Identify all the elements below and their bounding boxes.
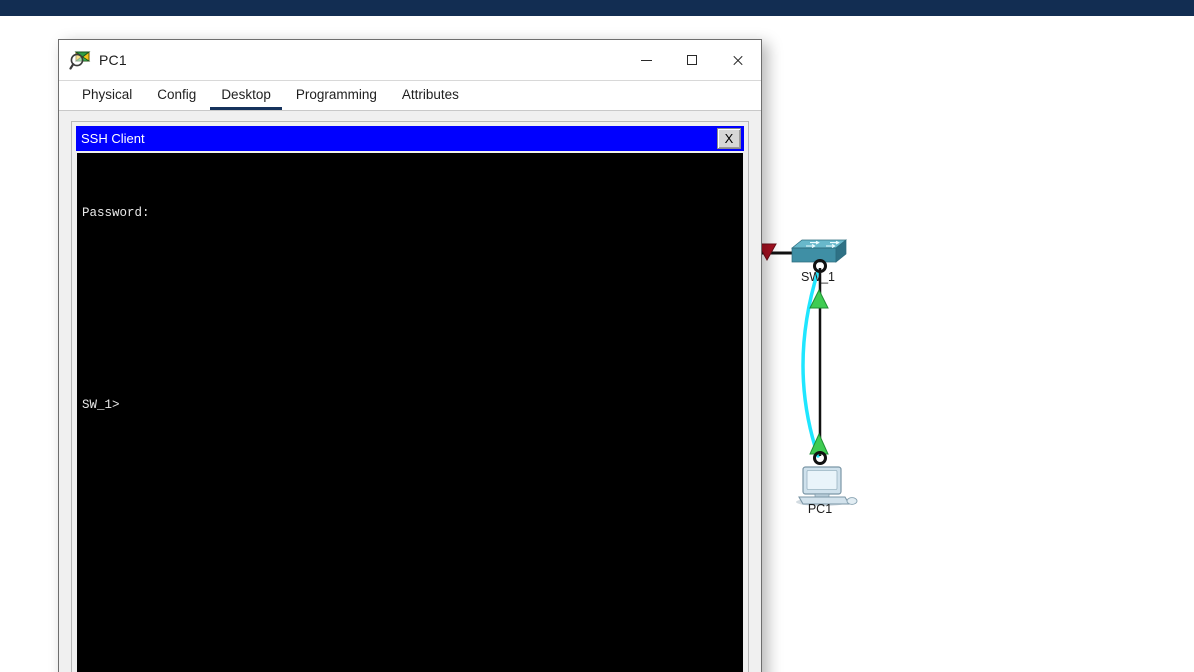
screen-root: SW_1 PC1 PC1 Physical Config Desktop Pro… [0, 0, 1194, 672]
desktop-panel: SSH Client X Password: SW_1> [59, 111, 761, 672]
tab-physical[interactable]: Physical [71, 85, 143, 110]
network-topology-workspace[interactable]: SW_1 PC1 PC1 Physical Config Desktop Pro… [0, 16, 1194, 672]
device-window[interactable]: PC1 Physical Config Desktop Programming … [58, 39, 762, 672]
terminal-line: Password: [82, 206, 150, 220]
pc-icon [796, 451, 858, 506]
ssh-client-titlebar[interactable]: SSH Client X [76, 126, 744, 151]
window-title: PC1 [99, 52, 127, 68]
minimize-icon [640, 59, 652, 61]
maximize-icon [687, 55, 697, 65]
topology-canvas[interactable]: SW_1 PC1 [740, 216, 940, 536]
ssh-close-button[interactable]: X [717, 128, 741, 149]
minimize-button[interactable] [623, 40, 669, 80]
tab-config[interactable]: Config [146, 85, 207, 110]
maximize-button[interactable] [669, 40, 715, 80]
close-icon [732, 54, 744, 66]
tab-desktop[interactable]: Desktop [210, 85, 282, 110]
tab-programming[interactable]: Programming [285, 85, 388, 110]
switch-icon [791, 239, 847, 263]
window-titlebar[interactable]: PC1 [59, 40, 761, 81]
topology-node-label-switch[interactable]: SW_1 [778, 270, 858, 284]
ssh-client-title: SSH Client [81, 131, 145, 146]
device-tabs[interactable]: Physical Config Desktop Programming Attr… [59, 81, 761, 111]
close-button[interactable] [715, 40, 761, 80]
ssh-terminal-output[interactable]: Password: SW_1> [77, 153, 743, 672]
topology-node-label-pc[interactable]: PC1 [780, 502, 860, 516]
ssh-client-window: SSH Client X Password: SW_1> [71, 121, 749, 672]
inspect-device-icon [69, 49, 91, 71]
window-controls [623, 40, 761, 80]
tab-attributes[interactable]: Attributes [391, 85, 470, 110]
terminal-line-prompt: SW_1> [82, 398, 120, 412]
app-top-bar [0, 0, 1194, 16]
